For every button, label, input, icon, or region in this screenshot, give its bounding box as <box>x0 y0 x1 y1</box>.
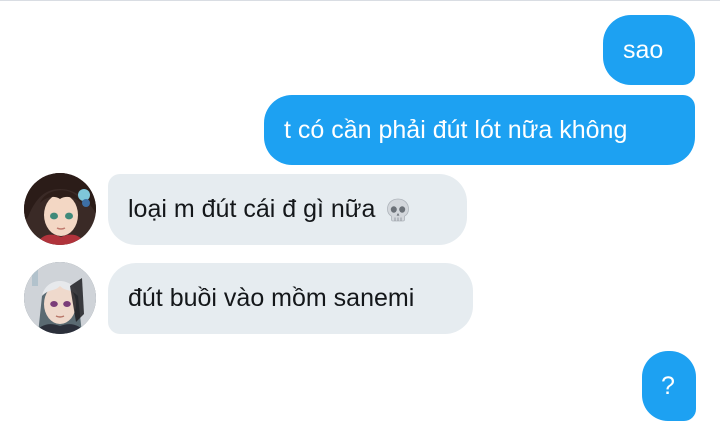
incoming-message[interactable]: đút buồi vào mồm sanemi <box>108 263 473 334</box>
message-text: đút buồi vào mồm sanemi <box>128 284 415 312</box>
message-text: sao <box>623 35 664 64</box>
outgoing-message[interactable]: sao <box>603 15 695 85</box>
chat-thread: sao t có cần phải đút lót nữa không loại… <box>0 0 720 423</box>
contact-avatar[interactable] <box>24 262 96 334</box>
message-text: t có cần phải đút lót nữa không <box>284 115 628 144</box>
message-text: loại m đút cái đ gì nữa <box>128 195 376 223</box>
avatar-boy-white-hair-icon <box>24 262 96 334</box>
outgoing-message[interactable]: t có cần phải đút lót nữa không <box>264 95 695 165</box>
outgoing-message[interactable]: ? <box>642 351 696 421</box>
message-text: ? <box>661 371 675 400</box>
contact-avatar[interactable] <box>24 173 96 245</box>
skull-icon <box>385 197 411 223</box>
avatar-girl-dark-hair-icon <box>24 173 96 245</box>
incoming-message[interactable]: loại m đút cái đ gì nữa <box>108 174 467 245</box>
